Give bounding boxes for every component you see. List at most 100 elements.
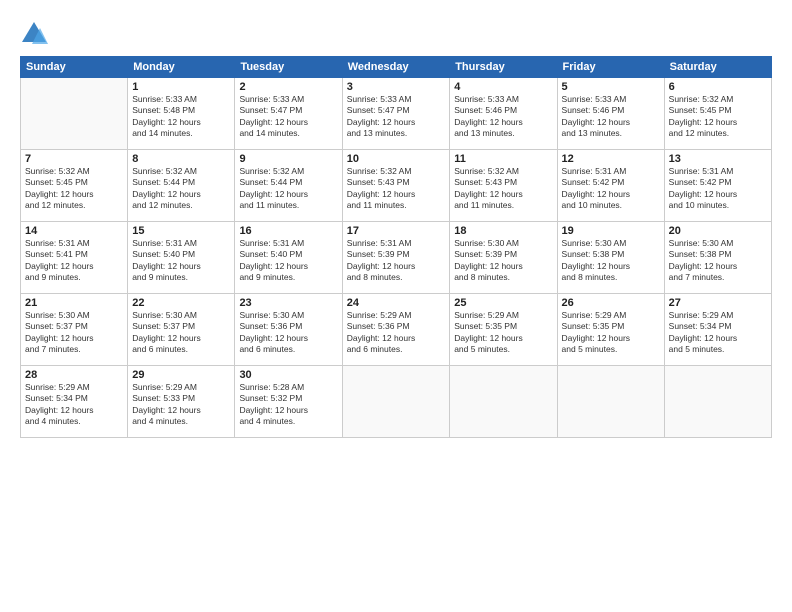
week-row-1: 1Sunrise: 5:33 AMSunset: 5:48 PMDaylight…	[21, 78, 772, 150]
day-info: Sunrise: 5:32 AMSunset: 5:43 PMDaylight:…	[454, 166, 552, 212]
week-row-5: 28Sunrise: 5:29 AMSunset: 5:34 PMDayligh…	[21, 366, 772, 438]
calendar-cell: 28Sunrise: 5:29 AMSunset: 5:34 PMDayligh…	[21, 366, 128, 438]
calendar-cell	[342, 366, 450, 438]
day-number: 25	[454, 297, 552, 309]
calendar-cell	[450, 366, 557, 438]
day-info: Sunrise: 5:29 AMSunset: 5:35 PMDaylight:…	[454, 310, 552, 356]
calendar-cell: 4Sunrise: 5:33 AMSunset: 5:46 PMDaylight…	[450, 78, 557, 150]
day-info: Sunrise: 5:33 AMSunset: 5:47 PMDaylight:…	[347, 94, 446, 140]
day-info: Sunrise: 5:30 AMSunset: 5:39 PMDaylight:…	[454, 238, 552, 284]
day-number: 28	[25, 369, 123, 381]
day-info: Sunrise: 5:33 AMSunset: 5:48 PMDaylight:…	[132, 94, 230, 140]
weekday-header-wednesday: Wednesday	[342, 57, 450, 78]
day-number: 26	[562, 297, 660, 309]
weekday-header-friday: Friday	[557, 57, 664, 78]
calendar-cell: 6Sunrise: 5:32 AMSunset: 5:45 PMDaylight…	[664, 78, 771, 150]
day-info: Sunrise: 5:32 AMSunset: 5:45 PMDaylight:…	[25, 166, 123, 212]
logo-icon	[20, 20, 48, 48]
day-info: Sunrise: 5:30 AMSunset: 5:37 PMDaylight:…	[25, 310, 123, 356]
day-number: 20	[669, 225, 767, 237]
day-number: 7	[25, 153, 123, 165]
day-info: Sunrise: 5:30 AMSunset: 5:36 PMDaylight:…	[239, 310, 337, 356]
day-number: 30	[239, 369, 337, 381]
weekday-header-tuesday: Tuesday	[235, 57, 342, 78]
day-number: 16	[239, 225, 337, 237]
calendar-cell: 13Sunrise: 5:31 AMSunset: 5:42 PMDayligh…	[664, 150, 771, 222]
day-info: Sunrise: 5:28 AMSunset: 5:32 PMDaylight:…	[239, 382, 337, 428]
calendar-cell: 7Sunrise: 5:32 AMSunset: 5:45 PMDaylight…	[21, 150, 128, 222]
day-info: Sunrise: 5:31 AMSunset: 5:40 PMDaylight:…	[239, 238, 337, 284]
day-info: Sunrise: 5:33 AMSunset: 5:46 PMDaylight:…	[454, 94, 552, 140]
week-row-3: 14Sunrise: 5:31 AMSunset: 5:41 PMDayligh…	[21, 222, 772, 294]
calendar-cell: 27Sunrise: 5:29 AMSunset: 5:34 PMDayligh…	[664, 294, 771, 366]
calendar-cell: 19Sunrise: 5:30 AMSunset: 5:38 PMDayligh…	[557, 222, 664, 294]
day-info: Sunrise: 5:30 AMSunset: 5:38 PMDaylight:…	[562, 238, 660, 284]
day-info: Sunrise: 5:32 AMSunset: 5:45 PMDaylight:…	[669, 94, 767, 140]
day-info: Sunrise: 5:30 AMSunset: 5:37 PMDaylight:…	[132, 310, 230, 356]
day-number: 11	[454, 153, 552, 165]
logo	[20, 20, 52, 48]
day-number: 6	[669, 81, 767, 93]
calendar-cell: 16Sunrise: 5:31 AMSunset: 5:40 PMDayligh…	[235, 222, 342, 294]
calendar-cell: 12Sunrise: 5:31 AMSunset: 5:42 PMDayligh…	[557, 150, 664, 222]
day-number: 13	[669, 153, 767, 165]
calendar-cell: 24Sunrise: 5:29 AMSunset: 5:36 PMDayligh…	[342, 294, 450, 366]
day-info: Sunrise: 5:31 AMSunset: 5:40 PMDaylight:…	[132, 238, 230, 284]
day-info: Sunrise: 5:31 AMSunset: 5:41 PMDaylight:…	[25, 238, 123, 284]
day-number: 15	[132, 225, 230, 237]
calendar-cell: 9Sunrise: 5:32 AMSunset: 5:44 PMDaylight…	[235, 150, 342, 222]
header	[20, 16, 772, 48]
day-number: 9	[239, 153, 337, 165]
day-number: 5	[562, 81, 660, 93]
calendar-cell: 2Sunrise: 5:33 AMSunset: 5:47 PMDaylight…	[235, 78, 342, 150]
calendar-cell: 23Sunrise: 5:30 AMSunset: 5:36 PMDayligh…	[235, 294, 342, 366]
day-number: 8	[132, 153, 230, 165]
calendar-cell: 8Sunrise: 5:32 AMSunset: 5:44 PMDaylight…	[128, 150, 235, 222]
calendar-cell: 20Sunrise: 5:30 AMSunset: 5:38 PMDayligh…	[664, 222, 771, 294]
week-row-2: 7Sunrise: 5:32 AMSunset: 5:45 PMDaylight…	[21, 150, 772, 222]
day-number: 17	[347, 225, 446, 237]
calendar-cell	[21, 78, 128, 150]
calendar-cell: 30Sunrise: 5:28 AMSunset: 5:32 PMDayligh…	[235, 366, 342, 438]
day-info: Sunrise: 5:31 AMSunset: 5:42 PMDaylight:…	[562, 166, 660, 212]
day-info: Sunrise: 5:29 AMSunset: 5:34 PMDaylight:…	[25, 382, 123, 428]
calendar-cell: 26Sunrise: 5:29 AMSunset: 5:35 PMDayligh…	[557, 294, 664, 366]
weekday-header-row: SundayMondayTuesdayWednesdayThursdayFrid…	[21, 57, 772, 78]
calendar-cell: 5Sunrise: 5:33 AMSunset: 5:46 PMDaylight…	[557, 78, 664, 150]
week-row-4: 21Sunrise: 5:30 AMSunset: 5:37 PMDayligh…	[21, 294, 772, 366]
calendar-cell: 21Sunrise: 5:30 AMSunset: 5:37 PMDayligh…	[21, 294, 128, 366]
day-info: Sunrise: 5:30 AMSunset: 5:38 PMDaylight:…	[669, 238, 767, 284]
day-number: 4	[454, 81, 552, 93]
day-number: 1	[132, 81, 230, 93]
calendar-cell: 25Sunrise: 5:29 AMSunset: 5:35 PMDayligh…	[450, 294, 557, 366]
day-info: Sunrise: 5:32 AMSunset: 5:44 PMDaylight:…	[132, 166, 230, 212]
calendar-cell: 10Sunrise: 5:32 AMSunset: 5:43 PMDayligh…	[342, 150, 450, 222]
day-number: 2	[239, 81, 337, 93]
day-info: Sunrise: 5:29 AMSunset: 5:34 PMDaylight:…	[669, 310, 767, 356]
day-info: Sunrise: 5:29 AMSunset: 5:36 PMDaylight:…	[347, 310, 446, 356]
day-number: 12	[562, 153, 660, 165]
day-info: Sunrise: 5:29 AMSunset: 5:33 PMDaylight:…	[132, 382, 230, 428]
weekday-header-thursday: Thursday	[450, 57, 557, 78]
page: SundayMondayTuesdayWednesdayThursdayFrid…	[0, 0, 792, 612]
day-number: 14	[25, 225, 123, 237]
day-info: Sunrise: 5:33 AMSunset: 5:47 PMDaylight:…	[239, 94, 337, 140]
day-number: 23	[239, 297, 337, 309]
day-number: 21	[25, 297, 123, 309]
day-number: 24	[347, 297, 446, 309]
calendar-cell: 11Sunrise: 5:32 AMSunset: 5:43 PMDayligh…	[450, 150, 557, 222]
weekday-header-sunday: Sunday	[21, 57, 128, 78]
calendar-cell: 22Sunrise: 5:30 AMSunset: 5:37 PMDayligh…	[128, 294, 235, 366]
day-number: 3	[347, 81, 446, 93]
day-number: 22	[132, 297, 230, 309]
calendar-cell	[664, 366, 771, 438]
day-info: Sunrise: 5:33 AMSunset: 5:46 PMDaylight:…	[562, 94, 660, 140]
calendar-cell: 17Sunrise: 5:31 AMSunset: 5:39 PMDayligh…	[342, 222, 450, 294]
weekday-header-monday: Monday	[128, 57, 235, 78]
day-number: 29	[132, 369, 230, 381]
calendar-cell	[557, 366, 664, 438]
day-info: Sunrise: 5:31 AMSunset: 5:42 PMDaylight:…	[669, 166, 767, 212]
calendar-cell: 18Sunrise: 5:30 AMSunset: 5:39 PMDayligh…	[450, 222, 557, 294]
calendar-cell: 3Sunrise: 5:33 AMSunset: 5:47 PMDaylight…	[342, 78, 450, 150]
calendar-table: SundayMondayTuesdayWednesdayThursdayFrid…	[20, 56, 772, 438]
